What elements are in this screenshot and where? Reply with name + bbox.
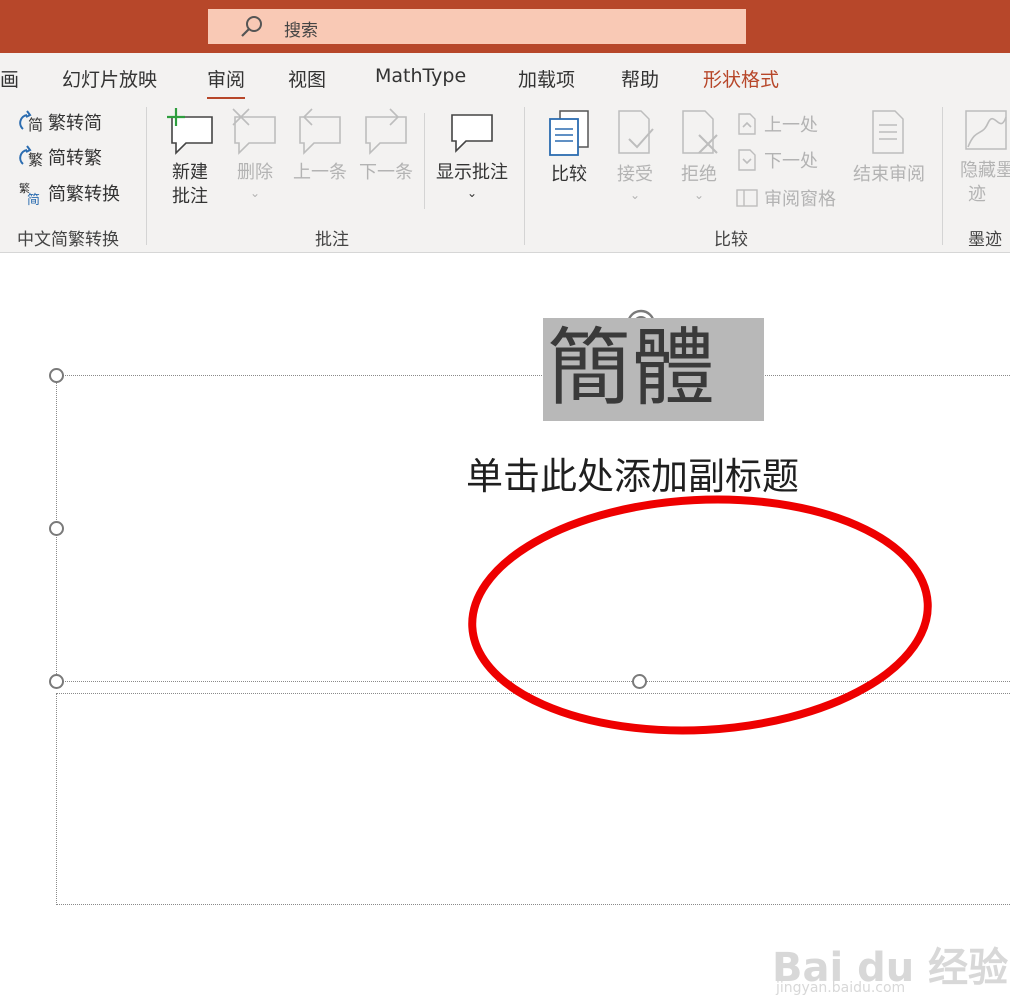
reviewing-pane-icon bbox=[736, 189, 758, 207]
group-inner-separator bbox=[424, 113, 425, 209]
tab-mathtype[interactable]: MathType bbox=[375, 65, 466, 87]
search-placeholder: 搜索 bbox=[284, 21, 318, 41]
end-review-button[interactable]: 结束审阅 bbox=[850, 107, 928, 187]
previous-comment-button[interactable]: 上一条 bbox=[289, 107, 351, 185]
simp-to-trad-icon: 繁 bbox=[19, 145, 43, 169]
simp-trad-convert-button[interactable]: 繁 简 简繁转换 bbox=[18, 178, 120, 208]
chevron-down-icon: ⌄ bbox=[249, 186, 261, 200]
title-bar: 搜索 bbox=[0, 0, 1010, 53]
compare-label: 比较 bbox=[551, 164, 587, 185]
hide-ink-button[interactable]: 隐藏墨 迹 bbox=[956, 107, 1010, 207]
new-comment-icon bbox=[167, 108, 213, 155]
simp-trad-convert-label: 简繁转换 bbox=[48, 184, 120, 205]
slide-canvas[interactable] bbox=[0, 253, 1010, 999]
next-change-icon bbox=[738, 149, 756, 171]
resize-handle-bottom-left[interactable] bbox=[49, 674, 64, 689]
reviewing-pane-button[interactable]: 审阅窗格 bbox=[734, 183, 836, 213]
subtitle-placeholder-frame[interactable] bbox=[56, 693, 1010, 905]
new-comment-label-1: 新建 bbox=[172, 162, 208, 183]
group-label-chinese-conversion: 中文简繁转换 bbox=[17, 230, 119, 250]
hide-ink-label-1: 隐藏墨 bbox=[960, 160, 1010, 181]
next-comment-label: 下一条 bbox=[359, 162, 413, 183]
tab-addins[interactable]: 加载项 bbox=[518, 65, 575, 92]
trad-to-simp-icon: 简 bbox=[19, 110, 43, 134]
simp-to-trad-label: 简转繁 bbox=[48, 148, 102, 169]
new-comment-button[interactable]: 新建 批注 bbox=[160, 107, 220, 209]
compare-icon bbox=[549, 110, 589, 156]
reject-change-button[interactable]: 拒绝 ⌄ bbox=[672, 107, 726, 201]
previous-comment-icon bbox=[299, 108, 341, 155]
hide-ink-label-2: 迹 bbox=[968, 184, 986, 205]
show-comments-button[interactable]: 显示批注 ⌄ bbox=[431, 107, 513, 199]
resize-handle-bottom-center[interactable] bbox=[632, 674, 647, 689]
end-review-label: 结束审阅 bbox=[853, 164, 925, 185]
tab-slideshow[interactable]: 幻灯片放映 bbox=[62, 65, 157, 92]
next-change-label: 下一处 bbox=[764, 151, 818, 172]
group-separator bbox=[524, 107, 525, 245]
tab-shape-format[interactable]: 形状格式 bbox=[703, 65, 779, 92]
tab-help[interactable]: 帮助 bbox=[621, 65, 659, 92]
tab-animations[interactable]: 画 bbox=[0, 65, 19, 92]
compare-button[interactable]: 比较 bbox=[540, 107, 598, 187]
group-label-compare: 比较 bbox=[714, 230, 748, 250]
resize-handle-middle-left[interactable] bbox=[49, 521, 64, 536]
next-change-button[interactable]: 下一处 bbox=[734, 145, 818, 175]
trad-to-simp-label: 繁转简 bbox=[48, 113, 102, 134]
accept-change-icon bbox=[618, 110, 654, 154]
subtitle-placeholder-text[interactable]: 单击此处添加副标题 bbox=[466, 446, 799, 500]
next-comment-button[interactable]: 下一条 bbox=[355, 107, 417, 185]
reject-change-label: 拒绝 bbox=[681, 164, 717, 185]
accept-change-label: 接受 bbox=[617, 164, 653, 185]
show-comments-icon bbox=[451, 114, 493, 153]
group-label-ink: 墨迹 bbox=[968, 230, 1002, 250]
show-comments-label: 显示批注 bbox=[436, 162, 508, 183]
slide-title-text[interactable]: 簡體 bbox=[543, 318, 764, 421]
delete-comment-label: 删除 bbox=[237, 162, 273, 183]
group-label-comments: 批注 bbox=[315, 230, 349, 250]
accept-change-button[interactable]: 接受 ⌄ bbox=[608, 107, 662, 201]
ribbon-tabs: 画 幻灯片放映 审阅 视图 MathType 加载项 帮助 形状格式 bbox=[0, 53, 1010, 100]
delete-comment-button[interactable]: 删除 ⌄ bbox=[228, 107, 282, 199]
previous-change-icon bbox=[738, 113, 756, 135]
delete-comment-icon bbox=[232, 108, 276, 155]
next-comment-icon bbox=[365, 108, 407, 155]
ribbon: 简 繁转简 繁 简转繁 繁 简 简繁转换 中文简繁转换 新建 批注 删除 ⌄ 上… bbox=[0, 99, 1010, 253]
tab-review[interactable]: 审阅 bbox=[207, 65, 246, 100]
svg-text:简: 简 bbox=[28, 116, 43, 134]
simp-trad-convert-icon: 繁 简 bbox=[19, 181, 40, 206]
chevron-down-icon: ⌄ bbox=[693, 188, 705, 202]
tab-view[interactable]: 视图 bbox=[288, 65, 326, 92]
end-review-icon bbox=[872, 110, 904, 154]
search-box[interactable]: 搜索 bbox=[208, 9, 746, 44]
trad-to-simp-button[interactable]: 简 繁转简 bbox=[18, 107, 102, 137]
simp-to-trad-button[interactable]: 繁 简转繁 bbox=[18, 142, 102, 172]
title-placeholder-frame[interactable] bbox=[56, 375, 1010, 682]
group-separator bbox=[146, 107, 147, 245]
svg-text:繁: 繁 bbox=[28, 151, 43, 169]
reviewing-pane-label: 审阅窗格 bbox=[764, 189, 836, 210]
chevron-down-icon: ⌄ bbox=[466, 186, 478, 200]
previous-change-button[interactable]: 上一处 bbox=[734, 109, 818, 139]
hide-ink-icon bbox=[965, 110, 1007, 150]
chevron-down-icon: ⌄ bbox=[629, 188, 641, 202]
new-comment-label-2: 批注 bbox=[172, 186, 208, 207]
svg-text:简: 简 bbox=[27, 192, 40, 206]
previous-comment-label: 上一条 bbox=[293, 162, 347, 183]
reject-change-icon bbox=[682, 110, 718, 154]
watermark-url: jingyan.baidu.com bbox=[776, 980, 906, 996]
search-icon bbox=[241, 16, 262, 37]
resize-handle-top-left[interactable] bbox=[49, 368, 64, 383]
previous-change-label: 上一处 bbox=[764, 115, 818, 136]
group-separator bbox=[942, 107, 943, 245]
